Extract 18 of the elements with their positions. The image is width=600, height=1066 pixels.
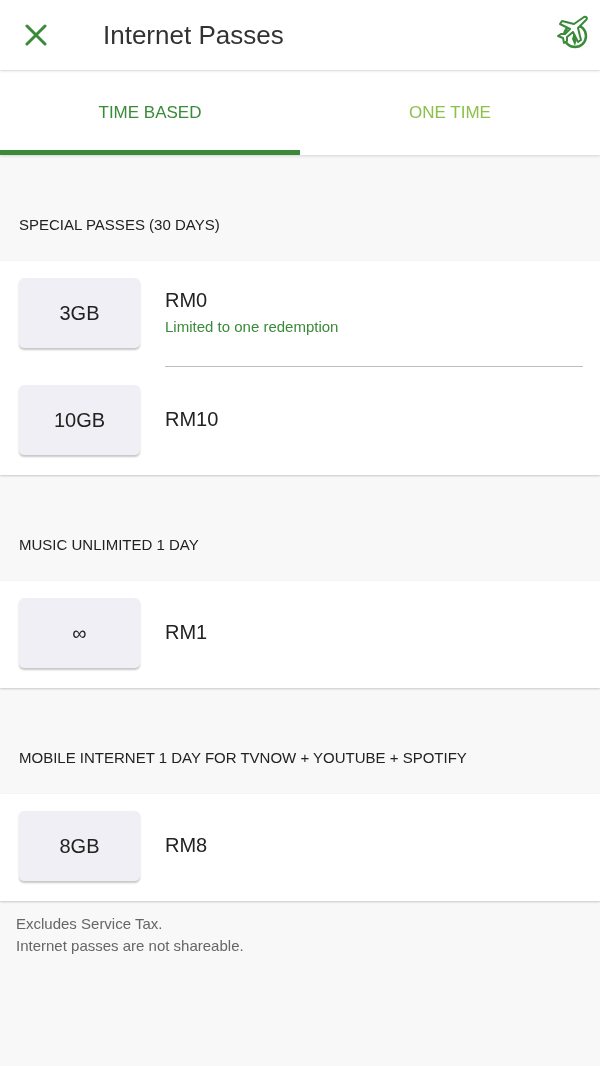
airplane-globe-icon[interactable] <box>554 15 588 49</box>
price-text: RM8 <box>165 833 208 858</box>
section-header: MOBILE INTERNET 1 DAY FOR TVNOW + YOUTUBE + SPOTIFY <box>18 748 468 768</box>
close-icon[interactable] <box>25 24 47 46</box>
footnote-text: Internet passes are not shareable. <box>16 936 245 956</box>
tab[interactable]: TIME BASED <box>0 71 300 155</box>
footnote-text: Excludes Service Tax. <box>16 914 164 934</box>
section-header: SPECIAL PASSES (30 DAYS) <box>18 215 221 235</box>
pass-tile[interactable]: ∞ <box>19 598 140 668</box>
pass-tile[interactable]: 10GB <box>19 385 140 455</box>
screen-title: Internet Passes <box>103 19 284 51</box>
price-text: RM1 <box>165 620 208 645</box>
price-text: RM0 <box>165 287 209 313</box>
pass-note: Limited to one redemption <box>165 316 339 337</box>
pass-tile[interactable]: 8GB <box>19 811 140 881</box>
price-text: RM10 <box>165 407 219 432</box>
section-header: MUSIC UNLIMITED 1 DAY <box>18 535 200 555</box>
pass-tile[interactable]: 3GB <box>19 278 140 348</box>
